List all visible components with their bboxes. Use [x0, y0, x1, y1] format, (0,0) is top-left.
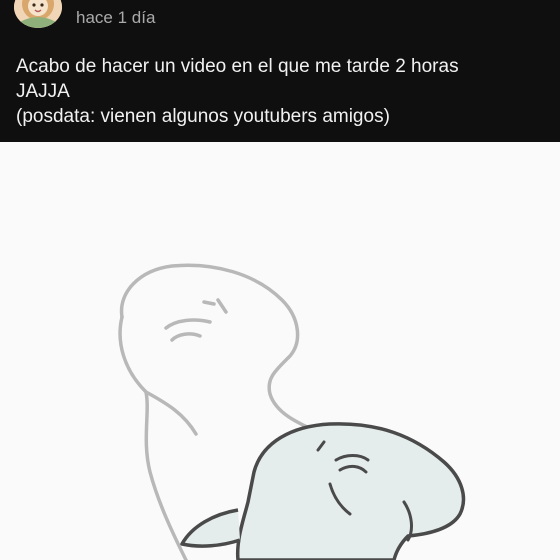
post-image[interactable] — [0, 142, 560, 560]
avatar[interactable] — [14, 0, 62, 28]
meme-drawing-image — [118, 263, 466, 560]
post-text: Acabo de hacer un video en el que me tar… — [16, 54, 546, 129]
post-header: hace 1 día Acabo de hacer un video en el… — [0, 0, 560, 142]
front-figure — [180, 422, 466, 560]
post-text-line: (posdata: vienen algunos youtubers amigo… — [16, 106, 390, 127]
avatar-cartoon-icon — [14, 0, 62, 28]
post-text-line: JAJJA — [16, 81, 70, 102]
post-timestamp: hace 1 día — [76, 8, 156, 27]
post-text-line: Acabo de hacer un video en el que me tar… — [16, 56, 459, 77]
